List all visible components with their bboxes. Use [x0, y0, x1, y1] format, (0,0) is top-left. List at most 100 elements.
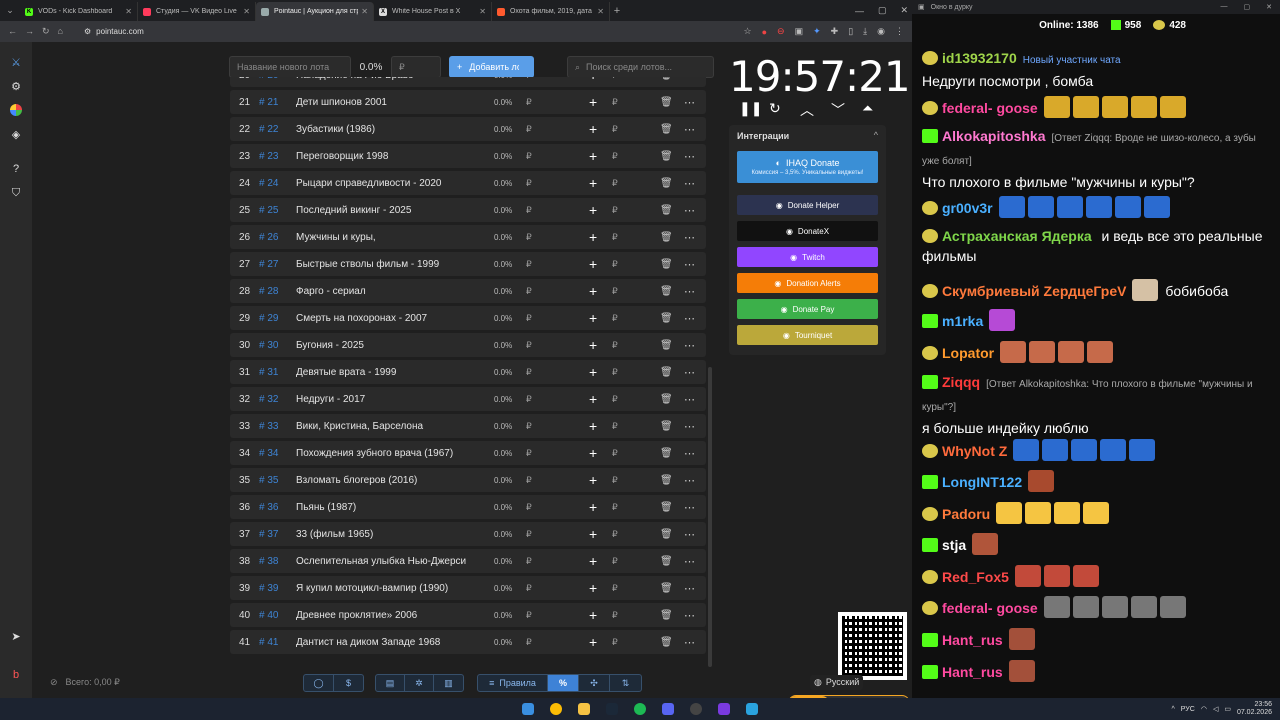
lot-name-input[interactable]: Название нового лота	[229, 56, 351, 78]
more-icon[interactable]: ⋯	[684, 582, 695, 595]
more-icon[interactable]: ⋯	[684, 636, 695, 649]
chat-username[interactable]: WhyNot Z	[942, 443, 1007, 459]
trash-icon[interactable]: 🗑	[660, 556, 673, 567]
lot-row[interactable]: 20 # 20 Нападение на Рио Браво 0.0% ₽ + …	[230, 77, 706, 87]
lot-amount-input[interactable]: ₽	[526, 77, 532, 81]
lot-list-scrollbar[interactable]	[708, 367, 712, 667]
chat-username[interactable]: Hant_rus	[942, 632, 1003, 648]
pause-icon[interactable]: ❚❚	[739, 100, 762, 117]
app-icon[interactable]	[718, 703, 730, 715]
lot-name[interactable]: Похождения зубного врача (1967)	[296, 448, 476, 459]
browser-tab[interactable]: Pointauc | Аукцион для стримеров✕	[256, 2, 374, 21]
more-icon[interactable]: ⋯	[684, 420, 695, 433]
lot-name[interactable]: Я купил мотоцикл-вампир (1990)	[296, 583, 476, 594]
lot-row[interactable]: 39 # 39 Я купил мотоцикл-вампир (1990) 0…	[230, 576, 706, 600]
lot-row[interactable]: 25 # 25 Последний викинг - 2025 0.0% ₽ +…	[230, 198, 706, 222]
add-amount-icon[interactable]: +	[589, 77, 597, 82]
more-icon[interactable]: ⋯	[684, 393, 695, 406]
integration-button[interactable]: ◉ Twitch	[737, 247, 878, 267]
chat-username[interactable]: gr00v3r	[942, 200, 993, 216]
trash-icon[interactable]: 🗑	[660, 313, 673, 324]
lot-extra-input[interactable]: ₽	[612, 502, 618, 513]
volume-icon[interactable]: ◁	[1213, 705, 1218, 713]
lot-name[interactable]: Быстрые стволы фильм - 1999	[296, 259, 476, 270]
chat-username[interactable]: m1rka	[942, 313, 983, 329]
lot-row[interactable]: 40 # 40 Древнее проклятие» 2006 0.0% ₽ +…	[230, 603, 706, 627]
tab-close-icon[interactable]: ✕	[243, 7, 250, 16]
lot-name[interactable]: Мужчины и куры,	[296, 232, 476, 243]
more-icon[interactable]: ⋯	[684, 204, 695, 217]
reload-icon[interactable]: ↻	[42, 26, 50, 37]
lot-amount-input[interactable]: ₽	[526, 151, 532, 162]
lot-amount-input[interactable]: ₽	[526, 448, 532, 459]
lot-row[interactable]: 29 # 29 Смерть на похоронах - 2007 0.0% …	[230, 306, 706, 330]
lot-name[interactable]: Вики, Кристина, Барселона	[296, 421, 476, 432]
eye-off-icon[interactable]: ⊘	[50, 677, 58, 688]
more-icon[interactable]: ⋯	[684, 77, 695, 82]
lot-row[interactable]: 37 # 37 33 (фильм 1965) 0.0% ₽ + ₽ 🗑 ⋯	[230, 522, 706, 546]
lot-extra-input[interactable]: ₽	[612, 583, 618, 594]
more-icon[interactable]: ⋯	[684, 555, 695, 568]
lot-extra-input[interactable]: ₽	[612, 556, 618, 567]
lot-amount-input[interactable]: ₽	[526, 394, 532, 405]
lot-name[interactable]: Недруги - 2017	[296, 394, 476, 405]
menu-icon[interactable]: ⋮	[895, 26, 904, 37]
lot-name[interactable]: Фарго - сериал	[296, 286, 476, 297]
lot-extra-input[interactable]: ₽	[612, 151, 618, 162]
lot-name[interactable]: Взломать блогеров (2016)	[296, 475, 476, 486]
lot-name[interactable]: Смерть на похоронах - 2007	[296, 313, 476, 324]
integration-button[interactable]: ◐ IHAQ Donate Комиссия – 3,5%. Уникальные …	[737, 151, 878, 183]
add-amount-icon[interactable]: +	[589, 203, 597, 217]
lot-name[interactable]: 33 (фильм 1965)	[296, 529, 476, 540]
trash-icon[interactable]: 🗑	[660, 475, 673, 486]
lot-extra-input[interactable]: ₽	[612, 637, 618, 648]
lot-row[interactable]: 38 # 38 Ослепительная улыбка Нью-Джерси …	[230, 549, 706, 573]
more-icon[interactable]: ⋯	[684, 528, 695, 541]
lot-extra-input[interactable]: ₽	[612, 367, 618, 378]
lot-extra-input[interactable]: ₽	[612, 394, 618, 405]
lot-amount-input[interactable]: ₽	[526, 583, 532, 594]
trash-icon[interactable]: 🗑	[660, 502, 673, 513]
lot-extra-input[interactable]: ₽	[612, 205, 618, 216]
lot-name[interactable]: Нападение на Рио Браво	[296, 77, 476, 81]
minimize-icon[interactable]: —	[855, 6, 864, 16]
lot-amount-input[interactable]: ₽	[526, 475, 532, 486]
more-icon[interactable]: ⋯	[684, 285, 695, 298]
start-icon[interactable]	[522, 703, 534, 715]
maximize-icon[interactable]: ▢	[878, 5, 887, 16]
lot-amount-input[interactable]: ₽	[526, 502, 532, 513]
lot-amount-input[interactable]: ₽	[526, 529, 532, 540]
lot-amount-input[interactable]: ₽	[526, 340, 532, 351]
add-amount-icon[interactable]: +	[589, 176, 597, 190]
help-icon[interactable]: ?	[9, 162, 23, 176]
lot-name[interactable]: Бугония - 2025	[296, 340, 476, 351]
integration-button[interactable]: ◉ Donation Alerts	[737, 273, 878, 293]
history-icon[interactable]: ▤	[376, 675, 405, 691]
more-icon[interactable]: ⋯	[684, 501, 695, 514]
lot-extra-input[interactable]: ₽	[612, 313, 618, 324]
puzzle-icon[interactable]: ✚	[831, 26, 839, 37]
lot-name[interactable]: Дети шпионов 2001	[296, 97, 476, 108]
lot-amount-input[interactable]: ₽	[526, 286, 532, 297]
extension-icon[interactable]: ▣	[795, 26, 804, 37]
add-amount-icon[interactable]: +	[589, 446, 597, 460]
add-amount-icon[interactable]: +	[589, 419, 597, 433]
more-icon[interactable]: ⋯	[684, 312, 695, 325]
more-icon[interactable]: ⋯	[684, 96, 695, 109]
chat-username[interactable]: LongINT122	[942, 474, 1022, 490]
lot-amount-input[interactable]: ₽	[526, 610, 532, 621]
lot-extra-input[interactable]: ₽	[612, 475, 618, 486]
download-icon[interactable]: ⤓	[863, 26, 867, 37]
lot-amount-input[interactable]: ₽	[526, 556, 532, 567]
lot-amount-input[interactable]: ₽	[526, 205, 532, 216]
wifi-icon[interactable]: ◠	[1201, 705, 1207, 713]
lot-name[interactable]: Пьянь (1987)	[296, 502, 476, 513]
lot-row[interactable]: 41 # 41 Дантист на диком Западе 1968 0.0…	[230, 630, 706, 654]
more-icon[interactable]: ⋯	[684, 123, 695, 136]
chat-username[interactable]: stja	[942, 537, 966, 553]
settings-icon[interactable]: ⚙	[9, 80, 23, 94]
bug-icon[interactable]: ✲	[405, 675, 434, 691]
lot-row[interactable]: 33 # 33 Вики, Кристина, Барселона 0.0% ₽…	[230, 414, 706, 438]
browser-tab[interactable]: X White House Post в X ✕	[374, 2, 492, 21]
lot-row[interactable]: 32 # 32 Недруги - 2017 0.0% ₽ + ₽ 🗑 ⋯	[230, 387, 706, 411]
